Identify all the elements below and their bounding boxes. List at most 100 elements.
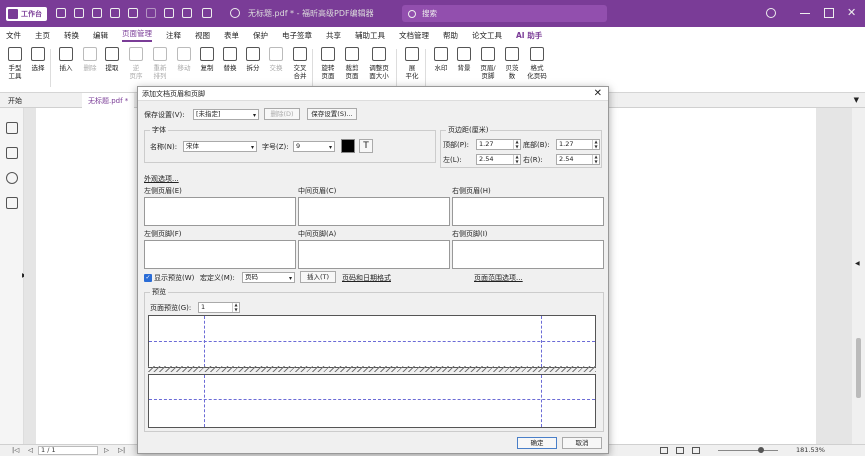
left-footer-textbox[interactable]	[144, 240, 296, 269]
chevron-down-icon[interactable]: ▼	[854, 96, 859, 104]
pages-icon[interactable]	[6, 147, 18, 159]
export-icon[interactable]	[128, 8, 138, 18]
bottom-margin-input[interactable]: 1.27 ▲ ▼	[556, 139, 600, 150]
ok-button[interactable]: 确定	[517, 437, 557, 449]
single-page-icon[interactable]	[660, 447, 668, 454]
center-header-textbox[interactable]	[298, 197, 450, 226]
ribbon-button[interactable]: 贝茨 数	[500, 47, 524, 80]
ribbon-button[interactable]: 插入	[54, 47, 78, 72]
select-tool-icon[interactable]	[202, 8, 212, 18]
left-margin-input[interactable]: 2.54 ▲ ▼	[476, 154, 521, 165]
menu-item[interactable]: 主页	[35, 30, 50, 41]
minimize-icon[interactable]	[800, 8, 810, 14]
right-header-textbox[interactable]	[452, 197, 604, 226]
menu-item[interactable]: 视图	[195, 30, 210, 41]
first-page-icon[interactable]: |◁	[12, 446, 19, 454]
page-range-options-link[interactable]: 页面范围选项...	[474, 273, 523, 283]
ribbon-button[interactable]: 提取	[100, 47, 124, 72]
close-window-icon[interactable]: ✕	[847, 7, 857, 18]
spinner-icon[interactable]: ▲ ▼	[513, 154, 520, 164]
restore-icon[interactable]	[824, 8, 834, 18]
ribbon-button[interactable]: 替换	[218, 47, 242, 72]
macro-select[interactable]: 页码 ▾	[242, 272, 295, 283]
ribbon-button[interactable]: 旋转 页面	[316, 47, 340, 80]
font-name-select[interactable]: 宋体 ▾	[183, 141, 257, 152]
preview-page-input[interactable]: 1 ▲ ▼	[198, 302, 240, 313]
open-icon[interactable]	[56, 8, 66, 18]
page-number-date-format-link[interactable]: 页码和日期格式	[342, 273, 391, 283]
menu-item[interactable]: 共享	[326, 30, 341, 41]
last-page-icon[interactable]: ▷|	[118, 446, 125, 454]
new-icon[interactable]	[110, 8, 120, 18]
ribbon-button[interactable]: 删除	[78, 47, 102, 72]
ribbon-button[interactable]: 背景	[452, 47, 476, 72]
ribbon-button[interactable]: 复制	[195, 47, 219, 72]
dialog-close-icon[interactable]: ✕	[594, 88, 602, 100]
menu-item[interactable]: AI 助手	[516, 30, 542, 41]
redo-icon[interactable]	[164, 8, 174, 18]
show-preview-checkbox[interactable]: ✓	[144, 274, 152, 282]
menu-item[interactable]: 文档管理	[399, 30, 429, 41]
save-icon[interactable]	[74, 8, 84, 18]
menu-item[interactable]: 辅助工具	[355, 30, 385, 41]
right-margin-input[interactable]: 2.54 ▲ ▼	[556, 154, 600, 165]
tab-start[interactable]: 开始	[2, 93, 28, 108]
menu-item[interactable]: 编辑	[93, 30, 108, 41]
underline-text-icon[interactable]: T	[359, 139, 373, 153]
menu-item[interactable]: 文件	[6, 30, 21, 41]
prev-page-icon[interactable]: ◁	[28, 446, 33, 454]
undo-icon[interactable]	[146, 8, 156, 18]
menu-item[interactable]: 帮助	[443, 30, 458, 41]
next-page-icon[interactable]: ▷	[104, 446, 109, 454]
center-footer-textbox[interactable]	[298, 240, 450, 269]
continuous-icon[interactable]	[676, 447, 684, 454]
print-icon[interactable]	[92, 8, 102, 18]
spinner-icon[interactable]: ▲ ▼	[592, 139, 599, 149]
ribbon-button[interactable]: 重新 排列	[148, 47, 172, 80]
menu-item[interactable]: 保护	[253, 30, 268, 41]
font-color-swatch[interactable]	[341, 139, 355, 153]
ribbon-button[interactable]: 选择	[26, 47, 50, 72]
two-page-icon[interactable]	[692, 447, 700, 454]
zoom-slider[interactable]	[718, 450, 778, 451]
menu-item[interactable]: 转换	[64, 30, 79, 41]
attachment-icon[interactable]	[6, 197, 18, 209]
workbench-button[interactable]: 工作台	[6, 7, 47, 21]
comment-icon[interactable]	[6, 172, 18, 184]
appearance-options-link[interactable]: 外观选项...	[144, 174, 179, 184]
search-input[interactable]: 搜索	[402, 5, 607, 22]
ribbon-button[interactable]: 页眉/ 页脚	[476, 47, 500, 80]
hand-icon[interactable]	[182, 8, 192, 18]
menu-item[interactable]: 电子签章	[282, 30, 312, 41]
favorite-icon[interactable]	[230, 8, 240, 18]
left-header-textbox[interactable]	[144, 197, 296, 226]
save-settings-button[interactable]: 保存设置(S)...	[307, 108, 357, 120]
top-margin-input[interactable]: 1.27 ▲ ▼	[476, 139, 521, 150]
menu-item[interactable]: 页面管理	[122, 28, 152, 42]
insert-macro-button[interactable]: 插入(T)	[300, 271, 336, 283]
saved-settings-select[interactable]: [未指定] ▾	[193, 109, 259, 120]
account-icon[interactable]	[766, 8, 776, 18]
ribbon-button[interactable]: 交换	[264, 47, 288, 72]
ribbon-button[interactable]: 移动	[172, 47, 196, 72]
ribbon-button[interactable]: 水印	[429, 47, 453, 72]
menu-item[interactable]: 论文工具	[472, 30, 502, 41]
menu-item[interactable]: 表单	[224, 30, 239, 41]
vertical-scrollbar[interactable]: ◀	[852, 108, 865, 444]
ribbon-button[interactable]: 逆 页序	[124, 47, 148, 80]
page-number-input[interactable]: 1 / 1	[38, 446, 98, 455]
ribbon-button[interactable]: 交叉 合并	[288, 47, 312, 80]
spinner-icon[interactable]: ▲ ▼	[232, 302, 239, 312]
ribbon-button[interactable]: 展 平化	[400, 47, 424, 80]
panel-collapse-icon[interactable]: ◀	[855, 260, 860, 267]
ribbon-button[interactable]: 裁剪 页面	[340, 47, 364, 80]
menu-item[interactable]: 注释	[166, 30, 181, 41]
cancel-button[interactable]: 取消	[562, 437, 602, 449]
ribbon-button[interactable]: 拆分	[241, 47, 265, 72]
ribbon-button[interactable]: 调整页 面大小	[367, 47, 391, 80]
font-size-select[interactable]: 9 ▾	[293, 141, 335, 152]
bookmark-icon[interactable]	[6, 122, 18, 134]
scroll-thumb[interactable]	[856, 338, 861, 398]
spinner-icon[interactable]: ▲ ▼	[513, 139, 520, 149]
zoom-level[interactable]: 181.53%	[796, 446, 825, 454]
